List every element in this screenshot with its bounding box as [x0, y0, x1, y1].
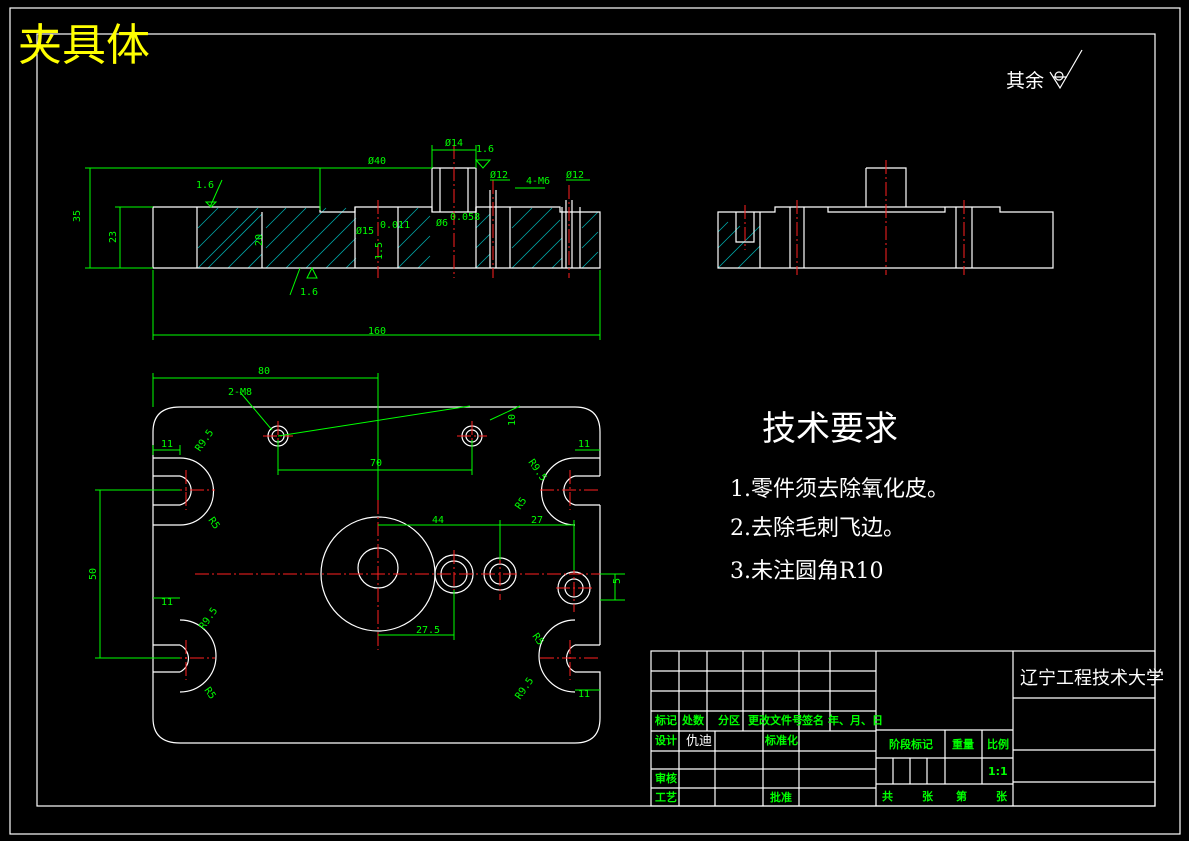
label-dimensions-top_view-4: Ø14: [445, 137, 463, 149]
label-dimensions-top_view-2: 1.6: [196, 180, 214, 191]
label-title_block-process_label: 工艺: [655, 790, 677, 804]
label-dimensions-plan_view-15: R9.5: [197, 606, 220, 632]
school-name: 辽宁工程技术大学: [1020, 668, 1164, 689]
label-dimensions-plan_view-16: R5: [202, 685, 218, 701]
tech-requirement-2: 2.去除毛刺飞边。: [730, 516, 905, 541]
label-dimensions-top_view-3: Ø40: [368, 155, 386, 167]
label-dimensions-top_view-10: 0.011: [380, 220, 410, 231]
plan-view: 80 2-M8 10 11 R9.5 R5 70 11 R9.5 R5 50 4…: [88, 366, 625, 744]
label-dimensions-top_view-6: Ø12: [490, 169, 508, 181]
label-dimensions-top_view-1: 23: [108, 231, 119, 243]
label-dimensions-plan_view-14: 11: [161, 597, 173, 608]
tech-requirements-heading: 技术要求: [762, 409, 898, 449]
section-view: 35 23 1.6 Ø40 Ø14 1.6 Ø12 4-M6 Ø12 Ø15 0…: [72, 137, 601, 340]
label-dimensions-plan_view-9: R5: [513, 496, 529, 512]
label-title_block-footer-0: 共: [882, 789, 893, 803]
label-dimensions-plan_view-2: 10: [507, 414, 518, 426]
label-title_block-footer-3: 张: [996, 789, 1008, 803]
side-view: [717, 160, 1054, 275]
label-dimensions-plan_view-19: R9.5: [513, 676, 536, 702]
label-dimensions-top_view-8: Ø12: [566, 169, 584, 181]
label-dimensions-plan_view-5: R5: [206, 515, 222, 531]
label-dimensions-top_view-15: 1.6: [300, 287, 318, 298]
plan-dimension-labels: 80 2-M8 10 11 R9.5 R5 70 11 R9.5 R5 50 4…: [88, 366, 623, 702]
label-title_block-header_row-1: 处数: [681, 713, 705, 727]
roughness-note-text: 其余: [1006, 70, 1044, 92]
label-dimensions-top_view-13: 1.5: [374, 242, 385, 260]
label-title_block-scale_label: 比例: [987, 737, 1009, 751]
label-title_block-header_row-4: 签名: [801, 713, 824, 727]
label-title_block-approve_label: 批准: [770, 790, 792, 804]
outer-border: [9, 7, 1181, 835]
label-dimensions-top_view-14: 20: [254, 234, 265, 246]
label-dimensions-plan_view-4: R9.5: [193, 428, 216, 454]
label-dimensions-plan_view-8: R9.5: [526, 457, 549, 483]
drawing-sheet: 夹具体 其余 35 23 1.6 Ø40 Ø14 1.6 Ø12 4-M6 Ø1…: [9, 7, 1181, 835]
tech-requirement-3: 3.未注圆角R10: [730, 559, 884, 584]
title-block: 辽宁工程技术大学 标记 处数 分区 更改文件号 签名 年、月、日 设计 仇迪 标…: [650, 650, 1164, 807]
label-title_block-footer-2: 第: [956, 789, 967, 803]
label-title_block-header_row-0: 标记: [654, 713, 677, 727]
label-dimensions-top_view-7: 4-M6: [526, 176, 550, 187]
label-title_block-scale_value: 1:1: [988, 765, 1008, 778]
label-title_block-header_row-3: 更改文件号: [748, 713, 803, 727]
label-dimensions-plan_view-13: 5: [612, 578, 623, 584]
label-dimensions-plan_view-7: 11: [578, 439, 590, 450]
label-dimensions-plan_view-3: 11: [161, 439, 173, 450]
label-dimensions-plan_view-0: 80: [258, 366, 270, 377]
label-title_block-header_row-5: 年、月、日: [828, 713, 883, 727]
label-dimensions-top_view-11: Ø6: [436, 217, 448, 229]
label-title_block-weight_label: 重量: [952, 737, 974, 751]
label-dimensions-plan_view-11: 44: [432, 515, 444, 526]
label-dimensions-plan_view-6: 70: [370, 458, 382, 469]
label-dimensions-plan_view-10: 50: [88, 568, 99, 580]
roughness-circle-icon: [1054, 71, 1064, 81]
label-dimensions-plan_view-1: 2-M8: [228, 387, 252, 398]
roughness-symbol-icon: [1049, 49, 1083, 90]
label-dimensions-plan_view-18: R5: [530, 631, 546, 647]
drawing-title: 夹具体: [18, 20, 150, 71]
label-title_block-standardize_label: 标准化: [764, 733, 798, 747]
label-dimensions-plan_view-12: 27: [531, 515, 543, 526]
label-dimensions-plan_view-17: 27.5: [416, 625, 440, 636]
label-title_block-stage_label: 阶段标记: [889, 737, 933, 751]
label-dimensions-top_view-12: 0.058: [450, 212, 480, 223]
tech-requirements: 技术要求 1.零件须去除氧化皮。 2.去除毛刺飞边。 3.未注圆角R10: [730, 409, 949, 584]
label-dimensions-top_view-5: 1.6: [476, 144, 494, 155]
tech-requirement-1: 1.零件须去除氧化皮。: [730, 477, 949, 502]
label-title_block-design_label: 设计: [655, 733, 677, 747]
label-dimensions-top_view-16: 160: [368, 326, 386, 337]
label-title_block-review_label: 审核: [655, 771, 677, 785]
section-dimension-labels: 35 23 1.6 Ø40 Ø14 1.6 Ø12 4-M6 Ø12 Ø15 0…: [72, 137, 584, 337]
label-title_block-footer-1: 张: [922, 789, 934, 803]
label-title_block-header_row-2: 分区: [718, 713, 740, 727]
label-dimensions-plan_view-20: 11: [578, 689, 590, 700]
label-dimensions-top_view-9: Ø15: [356, 225, 374, 237]
designer-name: 仇迪: [686, 734, 712, 749]
roughness-note: 其余: [1006, 49, 1083, 92]
label-dimensions-top_view-0: 35: [72, 210, 83, 222]
